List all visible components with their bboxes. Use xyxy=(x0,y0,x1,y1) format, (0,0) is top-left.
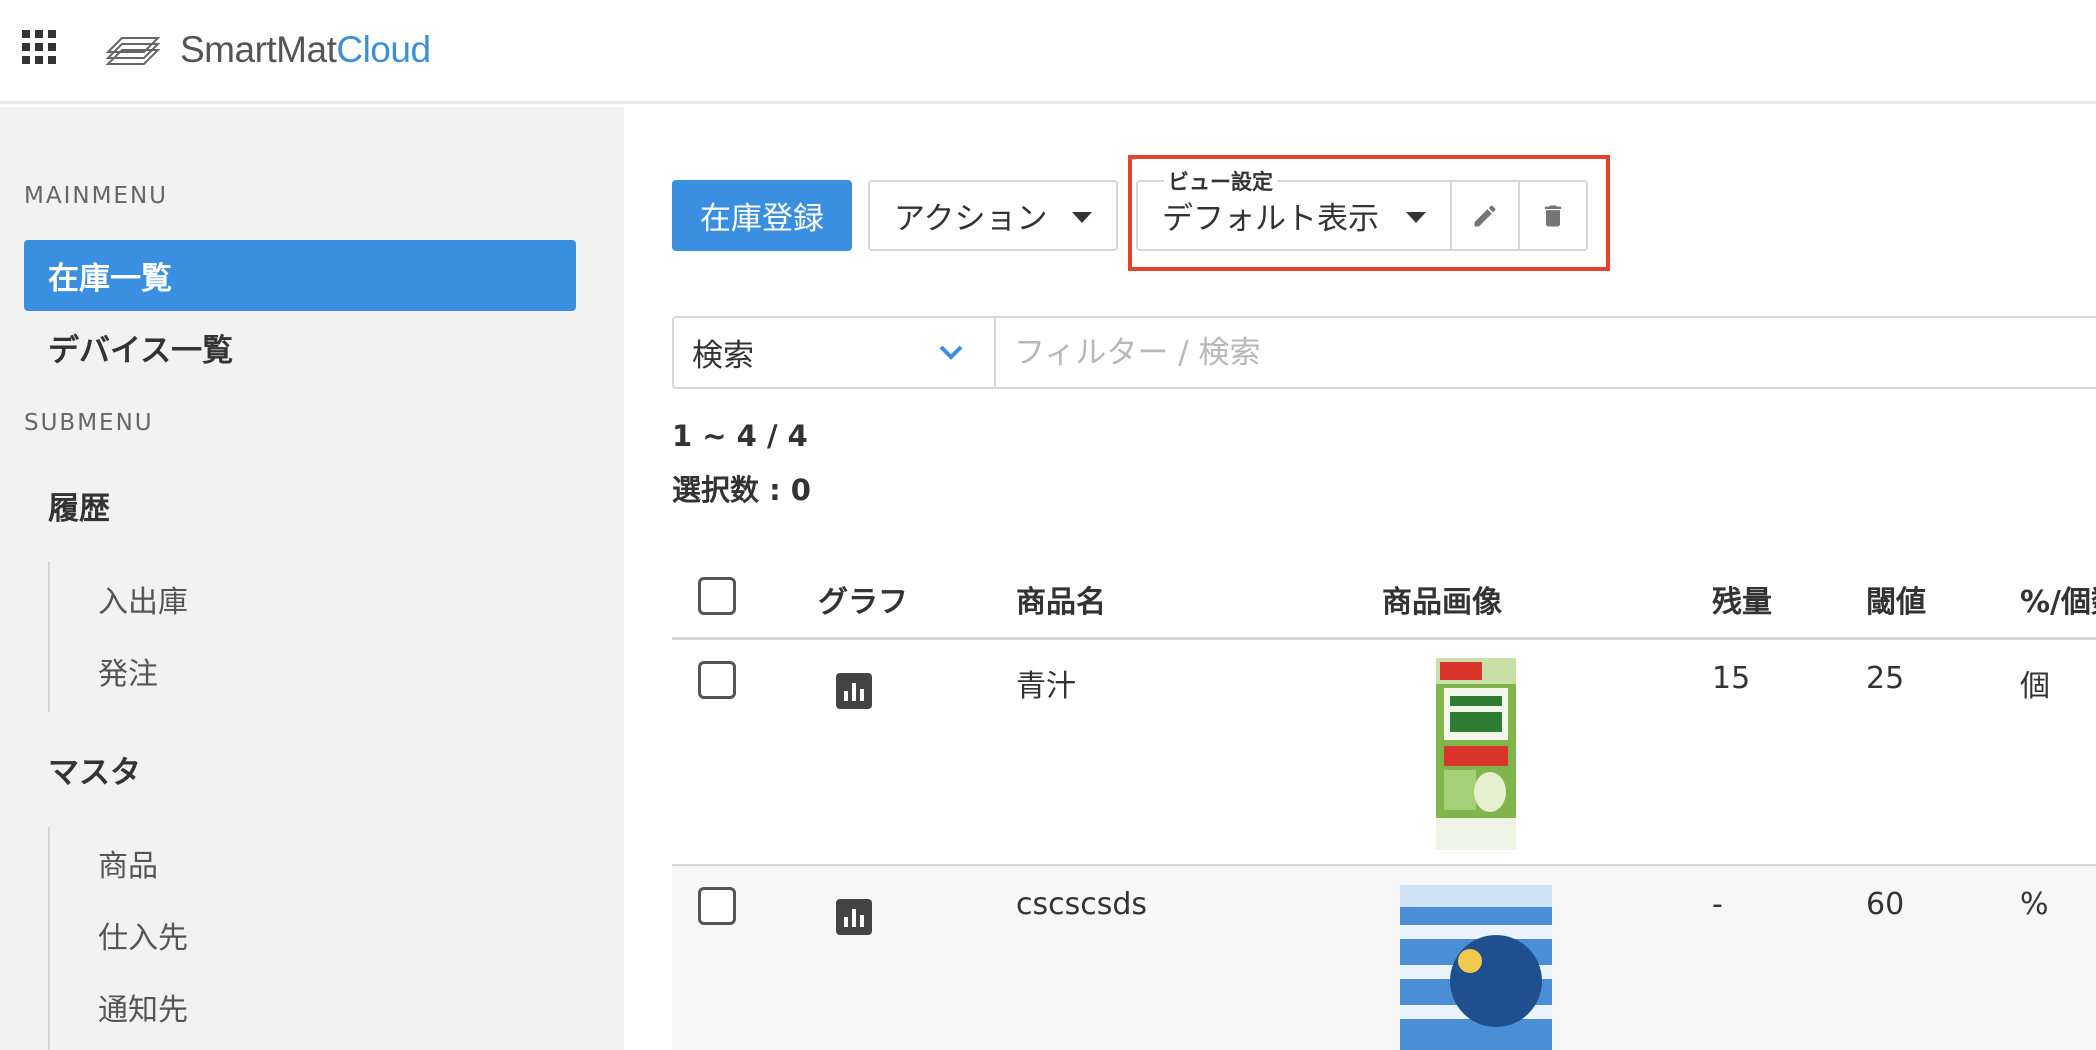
edit-view-button[interactable] xyxy=(1450,180,1520,251)
submenu-divider xyxy=(48,562,50,712)
bar-chart-icon[interactable] xyxy=(836,673,872,709)
sidebar-item-notification-targets[interactable]: 通知先 xyxy=(98,985,188,1029)
row-checkbox[interactable] xyxy=(698,661,736,699)
column-header-remaining[interactable]: 残量 xyxy=(1712,577,1772,621)
action-dropdown-label: アクション xyxy=(894,201,1048,237)
product-name-cell[interactable]: cscscsds xyxy=(1016,887,1147,922)
threshold-cell: 25 xyxy=(1866,661,1905,696)
product-name-cell[interactable]: 青汁 xyxy=(1016,661,1076,705)
register-stock-button[interactable]: 在庫登録 xyxy=(672,180,852,251)
column-header-graph[interactable]: グラフ xyxy=(818,577,908,621)
select-all-checkbox[interactable] xyxy=(698,577,736,615)
filter-search-input[interactable] xyxy=(994,316,2096,389)
action-dropdown[interactable]: アクション xyxy=(868,180,1118,251)
search-mode-select[interactable]: 検索 xyxy=(672,316,996,389)
sidebar-item-orders[interactable]: 発注 xyxy=(98,649,158,693)
chevron-down-icon xyxy=(939,345,963,360)
submenu-label: SUBMENU xyxy=(24,410,154,436)
sidebar-item-suppliers[interactable]: 仕入先 xyxy=(98,913,188,957)
aojiru-carton-image xyxy=(1436,658,1516,850)
view-settings-legend: ビュー設定 xyxy=(1164,166,1277,196)
trash-icon xyxy=(1544,205,1562,226)
unit-cell: 個 xyxy=(2020,669,2050,704)
sidebar: MAINMENU 在庫一覧 デバイス一覧 SUBMENU 履歴 入出庫 発注 マ… xyxy=(0,107,624,1050)
logo-text: SmartMatCloud xyxy=(180,29,431,70)
threshold-cell: 60 xyxy=(1866,887,1905,922)
smartmat-logo-icon xyxy=(105,37,160,65)
bar-chart-icon[interactable] xyxy=(836,899,872,935)
mainmenu-label: MAINMENU xyxy=(24,183,168,209)
selected-count: 選択数 : 0 xyxy=(672,473,811,507)
unit-cell: % xyxy=(2020,887,2049,922)
sidebar-item-stock-movement[interactable]: 入出庫 xyxy=(98,577,188,621)
apps-grid-icon[interactable] xyxy=(22,30,56,64)
caret-down-icon xyxy=(1406,212,1426,223)
sidebar-group-history[interactable]: 履歴 xyxy=(48,483,110,528)
result-range: 1 ~ 4 / 4 xyxy=(672,419,808,453)
column-header-product-name[interactable]: 商品名 xyxy=(1016,577,1106,621)
submenu-divider xyxy=(48,827,50,1050)
delete-view-button[interactable] xyxy=(1518,180,1588,251)
view-settings-value: デフォルト表示 xyxy=(1162,201,1379,237)
caret-down-icon xyxy=(1072,212,1092,223)
tissue-box-image xyxy=(1400,885,1552,1050)
remaining-cell: 15 xyxy=(1712,661,1751,696)
app-logo[interactable]: SmartMatCloud xyxy=(104,28,431,72)
sidebar-item-products[interactable]: 商品 xyxy=(98,841,158,885)
column-header-threshold[interactable]: 閾値 xyxy=(1866,577,1926,621)
sidebar-group-master[interactable]: マスタ xyxy=(48,747,141,792)
app-header: SmartMatCloud xyxy=(0,0,2096,104)
column-header-unit[interactable]: %/個数 xyxy=(2020,577,2096,621)
pencil-icon xyxy=(1474,204,1496,226)
column-header-product-image[interactable]: 商品画像 xyxy=(1382,577,1502,621)
search-mode-value: 検索 xyxy=(692,338,754,374)
table-header-divider xyxy=(672,637,2096,640)
sidebar-item-inventory-list[interactable]: 在庫一覧 xyxy=(24,240,576,311)
remaining-cell: - xyxy=(1712,887,1723,922)
row-checkbox[interactable] xyxy=(698,887,736,925)
sidebar-item-device-list[interactable]: デバイス一覧 xyxy=(48,325,233,370)
main-content: 在庫登録 アクション デフォルト表示 ビュー設定 検索 1 ~ 4 / 4 選択… xyxy=(624,107,2096,1050)
